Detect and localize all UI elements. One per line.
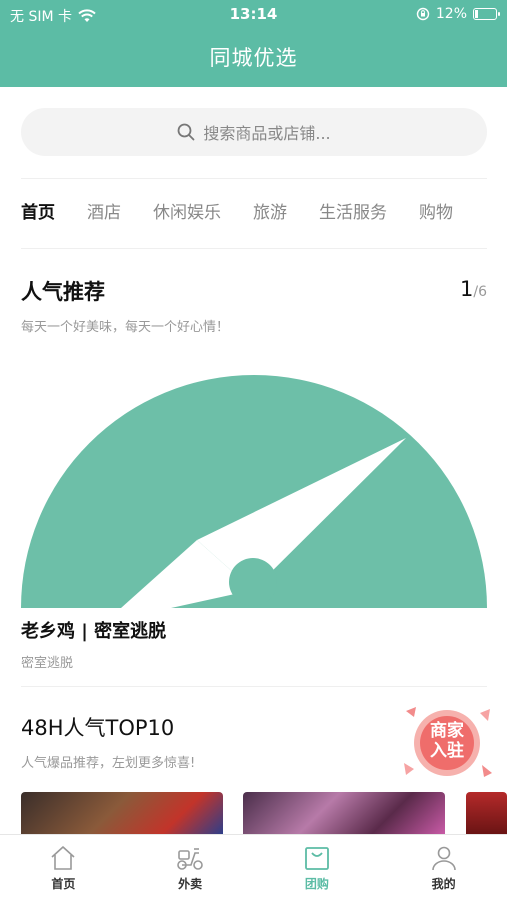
home-icon (51, 846, 75, 870)
top10-item-thumb[interactable] (21, 792, 223, 834)
tab-shopping[interactable]: 购物 (419, 198, 453, 228)
merchant-badge-line2: 入驻 (430, 741, 464, 761)
divider (21, 248, 487, 249)
top10-item-thumb[interactable] (466, 792, 507, 834)
popular-item-title[interactable]: 老乡鸡 | 密室逃脱 (21, 617, 166, 643)
merchant-join-badge[interactable]: 商家 入驻 (398, 703, 496, 781)
bag-icon (304, 847, 329, 870)
tab-hotel[interactable]: 酒店 (87, 198, 121, 228)
tabbar-label: 首页 (51, 877, 76, 891)
merchant-badge-text: 商家 入驻 (398, 721, 496, 761)
popular-item-subtitle: 密室逃脱 (21, 656, 74, 671)
tabbar-label: 外卖 (178, 877, 203, 891)
top10-title: 48H人气TOP10 (21, 716, 175, 740)
tabbar-label: 团购 (304, 877, 329, 891)
popular-banner[interactable] (21, 350, 487, 608)
tabbar-item-profile[interactable]: 我的 (380, 835, 507, 900)
top10-subtitle: 人气爆品推荐，左划更多惊喜! (21, 756, 196, 771)
top10-item-thumb[interactable] (243, 792, 445, 834)
tab-leisure[interactable]: 休闲娱乐 (153, 198, 221, 228)
search-bar[interactable]: 搜索商品或店铺... (21, 108, 487, 156)
tab-home[interactable]: 首页 (21, 198, 55, 228)
tab-life-service[interactable]: 生活服务 (319, 198, 387, 228)
pager-current: 1 (460, 277, 474, 301)
tabbar-item-home[interactable]: 首页 (0, 835, 127, 900)
divider (21, 686, 487, 687)
app-page: 无 SIM 卡 13:14 12% 同城优选 搜索商品或店铺... 首页 酒店 … (0, 0, 507, 900)
status-bar: 无 SIM 卡 13:14 12% (0, 0, 507, 30)
tab-travel[interactable]: 旅游 (253, 198, 287, 228)
pager-total: /6 (473, 284, 487, 300)
banner-pager: 1/6 (460, 277, 487, 301)
status-right: 12% (416, 6, 500, 22)
search-icon (177, 123, 195, 141)
popular-subtitle: 每天一个好美味，每天一个好心情！ (21, 320, 230, 335)
tabbar-item-group-buy[interactable]: 团购 (254, 835, 381, 900)
merchant-badge-line1: 商家 (430, 721, 464, 741)
compass-icon (21, 375, 487, 608)
battery-percent: 12% (435, 6, 467, 22)
bottom-tab-bar: 首页 外卖 团购 我的 (0, 834, 507, 900)
search-placeholder: 搜索商品或店铺... (203, 124, 331, 143)
tabbar-item-takeout[interactable]: 外卖 (127, 835, 254, 900)
battery-icon (473, 8, 500, 20)
orientation-lock-icon (416, 7, 430, 21)
divider (21, 178, 487, 179)
tabbar-label: 我的 (431, 877, 456, 891)
scooter-icon (177, 848, 203, 870)
header: 无 SIM 卡 13:14 12% 同城优选 (0, 0, 507, 87)
category-tabs: 首页 酒店 休闲娱乐 旅游 生活服务 购物 (21, 198, 507, 228)
page-title: 同城优选 (209, 46, 298, 70)
user-icon (431, 846, 456, 871)
popular-title: 人气推荐 (21, 280, 105, 304)
